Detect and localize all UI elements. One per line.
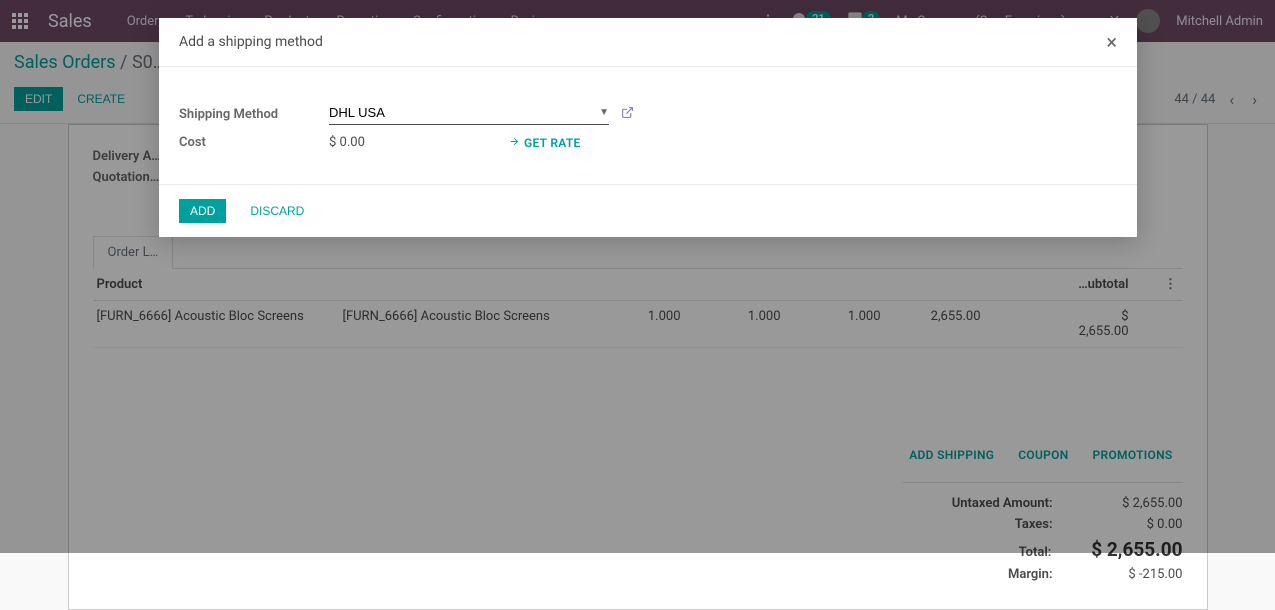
- shipping-method-input[interactable]: [329, 103, 599, 122]
- get-rate-label: GET RATE: [524, 136, 581, 150]
- modal-header: Add a shipping method ×: [159, 18, 1137, 67]
- shipping-method-label: Shipping Method: [179, 107, 329, 122]
- shipping-method-row: Shipping Method ▼: [179, 103, 1117, 125]
- shipping-method-select[interactable]: ▼: [329, 103, 609, 125]
- discard-button[interactable]: DISCARD: [236, 200, 318, 222]
- cost-value: $ 0.00: [329, 135, 509, 150]
- modal-body: Shipping Method ▼ Cost $ 0.00 GET RATE: [159, 67, 1137, 184]
- chevron-down-icon[interactable]: ▼: [599, 107, 609, 118]
- modal-title: Add a shipping method: [179, 34, 323, 50]
- cost-row: Cost $ 0.00 GET RATE: [179, 135, 1117, 150]
- get-rate-button[interactable]: GET RATE: [509, 136, 581, 150]
- margin-label: Margin:: [1008, 567, 1053, 582]
- add-button[interactable]: ADD: [179, 199, 226, 223]
- close-icon[interactable]: ×: [1106, 32, 1117, 52]
- external-link-icon[interactable]: [621, 106, 634, 122]
- margin-val: $ -215.00: [1093, 567, 1183, 582]
- arrow-right-icon: [509, 136, 520, 150]
- cost-label: Cost: [179, 135, 329, 150]
- modal-footer: ADD DISCARD: [159, 184, 1137, 237]
- shipping-modal: Add a shipping method × Shipping Method …: [159, 18, 1137, 237]
